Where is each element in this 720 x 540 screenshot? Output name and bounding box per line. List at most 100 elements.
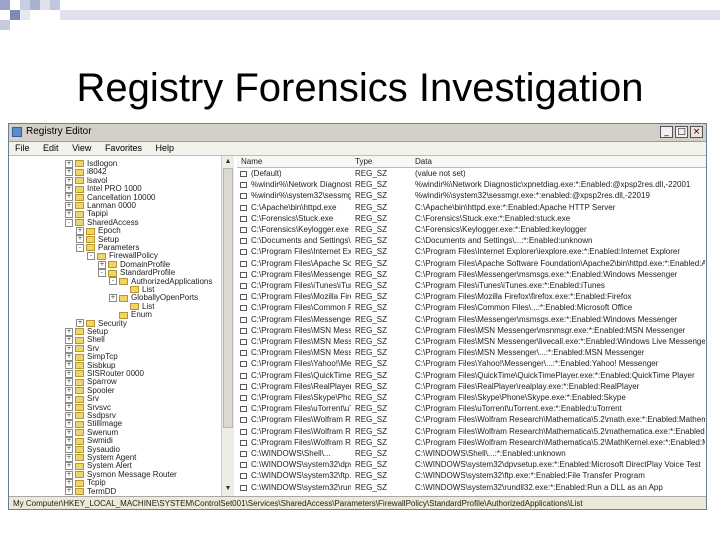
value-data: C:\WINDOWS\system32\dpvsetup.exe:*:Enabl… bbox=[415, 460, 701, 470]
value-row[interactable]: C:\Program Files\Wolfram Research\Mathem… bbox=[237, 415, 706, 425]
slide-title: Registry Forensics Investigation bbox=[76, 66, 644, 110]
menu-favorites[interactable]: Favorites bbox=[105, 143, 142, 153]
value-row[interactable]: C:\Program Files\Messenger\msmsgs.exe REG… bbox=[237, 270, 706, 280]
string-value-icon bbox=[240, 327, 247, 334]
value-data: C:\Program Files\Mozilla Firefox\firefox… bbox=[415, 292, 632, 302]
value-type: REG_SZ bbox=[355, 202, 388, 212]
value-type: REG_SZ bbox=[355, 292, 388, 302]
folder-icon bbox=[75, 395, 84, 403]
value-row[interactable]: C:\Program Files\Wolfram Research\Mathem… bbox=[237, 438, 706, 448]
menu-view[interactable]: View bbox=[72, 143, 91, 153]
value-row[interactable]: C:\Forensics\Stuck.exe REG_SZ C:\Forensics… bbox=[237, 214, 706, 224]
value-row[interactable]: C:\Program Files\Mozilla Firefox\firefox… bbox=[237, 292, 706, 302]
value-data: C:\Program Files\MSN Messenger\msnmsgr.e… bbox=[415, 325, 686, 335]
value-name: C:\Program Files\MSN Messenger\livecall.… bbox=[251, 337, 351, 346]
tree-node[interactable]: + TermDD bbox=[65, 487, 116, 496]
value-row[interactable]: C:\Program Files\Skype\Phone\Skype.exe RE… bbox=[237, 393, 706, 403]
string-value-icon bbox=[240, 316, 247, 323]
folder-icon bbox=[75, 387, 84, 395]
value-row[interactable]: C:\Program Files\Wolfram Research\Mathem… bbox=[237, 427, 706, 437]
folder-icon bbox=[86, 319, 95, 327]
value-row[interactable]: C:\Program Files\Common Files\... REG_SZ C… bbox=[237, 303, 706, 313]
value-row[interactable]: C:\Program Files\Yahoo!\Messenger\... REG… bbox=[237, 359, 706, 369]
value-row[interactable]: C:\WINDOWS\system32\rundll32.exe REG_SZ C:… bbox=[237, 483, 706, 493]
decor-square bbox=[50, 0, 60, 10]
value-row[interactable]: C:\Forensics\Keylogger.exe REG_SZ C:\Foren… bbox=[237, 225, 706, 235]
value-row[interactable]: C:\Program Files\iTunes\iTunes.exe REG_SZ… bbox=[237, 281, 706, 291]
close-button[interactable]: × bbox=[690, 126, 703, 138]
value-data: C:\Program Files\Common Files\...:*:Enab… bbox=[415, 303, 633, 313]
menu-help[interactable]: Help bbox=[155, 143, 174, 153]
value-name: C:\Program Files\MSN Messenger\... bbox=[251, 348, 351, 358]
scroll-up-icon[interactable]: ▲ bbox=[223, 157, 233, 167]
value-row[interactable]: C:\Program Files\Messenger\msmsgs.exe REG… bbox=[237, 315, 706, 325]
decor-square bbox=[10, 20, 20, 30]
value-data: (value not set) bbox=[415, 169, 466, 178]
value-row[interactable]: C:\Program Files\MSN Messenger\livecall.… bbox=[237, 337, 706, 347]
value-name: C:\Program Files\Wolfram Research\Mathem… bbox=[251, 437, 351, 447]
value-row[interactable]: %windir%\system32\sessmgr.exe REG_SZ %wind… bbox=[237, 191, 706, 201]
value-data: C:\Forensics\Keylogger.exe:*:Enabled:key… bbox=[415, 225, 587, 234]
value-row[interactable]: (Default) REG_SZ (value not set) bbox=[237, 169, 706, 179]
value-row[interactable]: C:\Program Files\Apache Software Found..… bbox=[237, 259, 706, 269]
column-data-header[interactable]: Data bbox=[415, 157, 432, 166]
value-data: C:\Program Files\Wolfram Research\Mathem… bbox=[415, 415, 705, 425]
value-row[interactable]: C:\Program Files\QuickTime\QuickTimePlay… bbox=[237, 371, 706, 381]
value-name: C:\Program Files\Wolfram Research\Mathem… bbox=[251, 426, 351, 436]
value-name: C:\Program Files\RealPlayer\realplay.exe bbox=[251, 381, 351, 391]
value-data: C:\Apache\bin\httpd.exe:*:Enabled:Apache… bbox=[415, 202, 616, 212]
scroll-thumb[interactable] bbox=[223, 168, 233, 428]
value-row[interactable]: C:\Documents and Settings\... REG_SZ C:\Do… bbox=[237, 236, 706, 246]
folder-icon bbox=[75, 403, 84, 411]
maximize-button[interactable]: □ bbox=[675, 126, 688, 138]
collapse-icon[interactable]: - bbox=[98, 269, 106, 278]
value-data: C:\Program Files\Wolfram Research\Mathem… bbox=[415, 437, 705, 447]
value-data: C:\Program Files\Messenger\msmsgs.exe:*:… bbox=[415, 269, 678, 279]
value-name: C:\Program Files\Wolfram Research\Mathem… bbox=[251, 415, 351, 425]
tree-scrollbar[interactable]: ▲ ▼ bbox=[221, 156, 234, 496]
value-data: C:\Program Files\QuickTime\QuickTimePlay… bbox=[415, 370, 695, 380]
string-value-icon bbox=[240, 451, 247, 457]
value-data: C:\Program Files\RealPlayer\realplay.exe… bbox=[415, 381, 640, 391]
expand-icon[interactable]: + bbox=[109, 294, 117, 303]
expand-icon[interactable]: + bbox=[65, 487, 73, 496]
tree-node-label: TermDD bbox=[87, 486, 117, 496]
value-row[interactable]: C:\Program Files\Internet Explorer\iexpl… bbox=[237, 247, 706, 257]
value-row[interactable]: C:\Program Files\uTorrent\uTorrent.exe RE… bbox=[237, 404, 706, 414]
collapse-icon[interactable]: - bbox=[87, 252, 95, 261]
folder-icon bbox=[75, 210, 84, 218]
value-row[interactable]: C:\Program Files\MSN Messenger\... REG_SZ… bbox=[237, 348, 706, 358]
string-value-icon bbox=[240, 361, 247, 368]
menu-file[interactable]: File bbox=[15, 143, 30, 153]
folder-icon bbox=[75, 429, 84, 437]
folder-icon bbox=[75, 193, 84, 201]
collapse-icon[interactable]: - bbox=[109, 277, 117, 286]
value-row[interactable]: C:\WINDOWS\system32\dpvsetup.exe REG_SZ C:… bbox=[237, 460, 706, 470]
folder-icon bbox=[86, 235, 95, 243]
value-type: REG_SZ bbox=[355, 325, 388, 335]
string-value-icon bbox=[240, 350, 247, 357]
value-data: %windir%\system32\sessmgr.exe:*:enabled:… bbox=[415, 191, 650, 201]
value-type: REG_SZ bbox=[355, 449, 388, 458]
scroll-down-icon[interactable]: ▼ bbox=[223, 484, 233, 494]
value-row[interactable]: C:\WINDOWS\system32\ftp.exe REG_SZ C:\WIND… bbox=[237, 471, 706, 481]
string-value-icon bbox=[240, 305, 247, 312]
value-row[interactable]: %windir%\Network Diagnostic\xpnetdiag.ex… bbox=[237, 180, 706, 190]
menu-edit[interactable]: Edit bbox=[43, 143, 59, 153]
value-name: C:\Program Files\Yahoo!\Messenger\... bbox=[251, 359, 351, 369]
folder-icon bbox=[130, 303, 139, 311]
column-type-header[interactable]: Type bbox=[355, 157, 372, 166]
value-type: REG_SZ bbox=[355, 460, 388, 470]
collapse-icon[interactable]: - bbox=[65, 218, 73, 227]
minimize-button[interactable]: _ bbox=[660, 126, 673, 138]
column-name-header[interactable]: Name bbox=[241, 157, 262, 166]
value-row[interactable]: C:\Apache\bin\httpd.exe REG_SZ C:\Apache\b… bbox=[237, 203, 706, 213]
value-name: C:\Documents and Settings\... bbox=[251, 236, 351, 246]
window-titlebar[interactable]: Registry Editor _ □ × bbox=[9, 124, 706, 142]
folder-icon bbox=[75, 177, 84, 185]
collapse-icon[interactable]: - bbox=[76, 243, 84, 252]
string-value-icon bbox=[240, 204, 247, 211]
value-row[interactable]: C:\WINDOWS\Shell\... REG_SZ C:\WINDOWS\She… bbox=[237, 449, 706, 459]
value-row[interactable]: C:\Program Files\RealPlayer\realplay.exe… bbox=[237, 382, 706, 392]
value-row[interactable]: C:\Program Files\MSN Messenger\msnmsgr.e… bbox=[237, 326, 706, 336]
